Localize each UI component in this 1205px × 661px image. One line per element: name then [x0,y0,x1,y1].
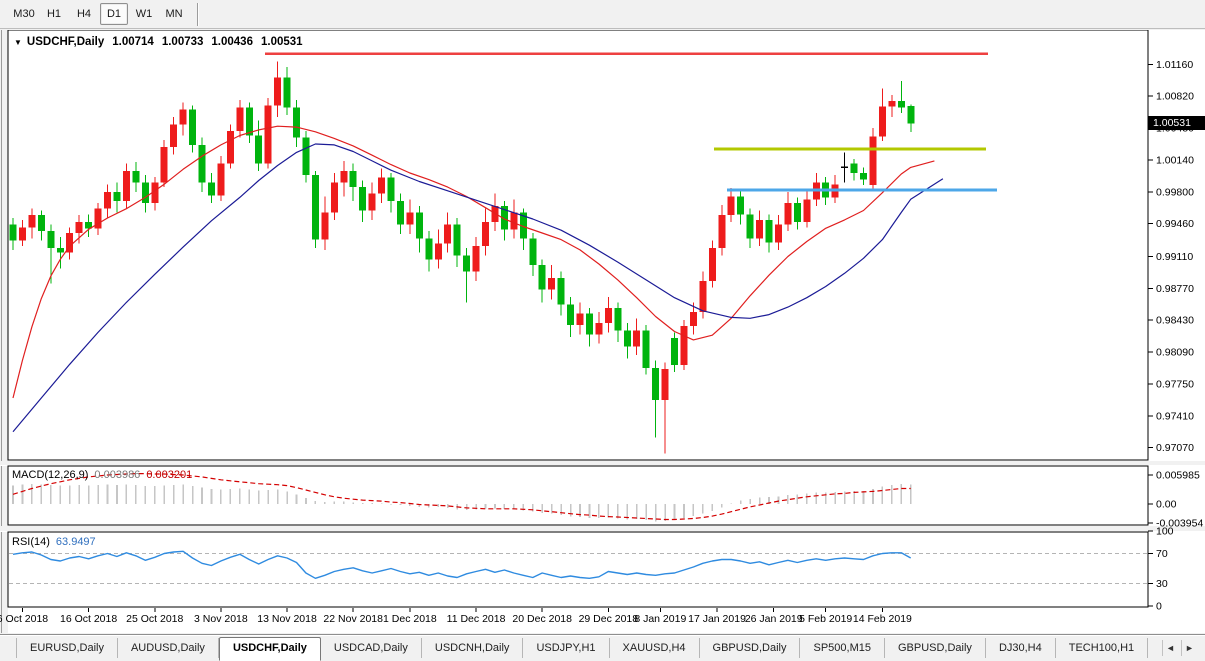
tab-scroll-buttons: ◄► [1162,640,1205,656]
chart-tab-tech100-h1[interactable]: TECH100,H1 [1056,638,1148,658]
svg-text:1 Dec 2018: 1 Dec 2018 [383,613,437,625]
timeframe-button-m30[interactable]: M30 [10,3,38,25]
svg-text:30: 30 [1156,578,1168,590]
svg-text:16 Oct 2018: 16 Oct 2018 [60,613,117,625]
svg-text:1.00820: 1.00820 [1156,91,1194,103]
svg-text:25 Oct 2018: 25 Oct 2018 [126,613,183,625]
chart-title: ▼ USDCHF,Daily 1.00714 1.00733 1.00436 1… [14,36,303,48]
svg-text:1.01160: 1.01160 [1156,59,1193,71]
timeframe-button-mn[interactable]: MN [160,3,188,25]
svg-text:0.99110: 0.99110 [1156,251,1193,263]
timeframe-toolbar: M30H1H4D1W1MN [0,0,1205,29]
timeframe-button-d1[interactable]: D1 [100,3,128,25]
chart-tab-gbpusd-daily[interactable]: GBPUSD,Daily [700,638,801,658]
svg-text:0.98770: 0.98770 [1156,283,1194,295]
svg-text:100: 100 [1156,526,1174,538]
rsi-name: RSI(14) [12,536,50,548]
toolbar-separator [197,3,199,26]
svg-text:1.00140: 1.00140 [1156,154,1194,166]
timeframe-button-h1[interactable]: H1 [40,3,68,25]
svg-text:20 Dec 2018: 20 Dec 2018 [512,613,572,625]
svg-text:5 Feb 2019: 5 Feb 2019 [799,613,852,625]
svg-text:0.00: 0.00 [1156,499,1177,511]
svg-text:14 Feb 2019: 14 Feb 2019 [853,613,912,625]
svg-text:17 Jan 2019: 17 Jan 2019 [688,613,746,625]
svg-text:0.98090: 0.98090 [1156,347,1194,359]
rsi-indicator-label: RSI(14) 63.9497 [12,536,96,548]
rsi-value: 63.9497 [56,536,96,548]
timeframe-button-h4[interactable]: H4 [70,3,98,25]
ohlc-low: 1.00436 [211,36,253,48]
svg-text:0.97070: 0.97070 [1156,442,1194,454]
chart-tab-bar: EURUSD,DailyAUDUSD,DailyUSDCHF,DailyUSDC… [0,634,1205,661]
chart-tab-eurusd-daily[interactable]: EURUSD,Daily [16,638,118,658]
chart-tab-xauusd-h4[interactable]: XAUUSD,H4 [610,638,700,658]
svg-text:0.99460: 0.99460 [1156,218,1194,230]
macd-name: MACD(12,26,9) [12,469,88,481]
timeframe-button-w1[interactable]: W1 [130,3,158,25]
svg-text:0.005985: 0.005985 [1156,470,1200,482]
svg-text:26 Jan 2019: 26 Jan 2019 [745,613,803,625]
ohlc-open: 1.00714 [112,36,154,48]
mt4-window: M30H1H4D1W1MN 1.011601.008201.004801.001… [0,0,1205,661]
svg-text:70: 70 [1156,548,1168,560]
ohlc-high: 1.00733 [162,36,204,48]
chart-tab-dj30-h4[interactable]: DJ30,H4 [986,638,1056,658]
macd-main-value: 0.003986 [94,469,140,481]
chart-tab-audusd-daily[interactable]: AUDUSD,Daily [118,638,219,658]
svg-text:3 Nov 2018: 3 Nov 2018 [194,613,248,625]
svg-text:22 Nov 2018: 22 Nov 2018 [323,613,383,625]
svg-text:13 Nov 2018: 13 Nov 2018 [257,613,317,625]
macd-indicator-label: MACD(12,26,9) 0.003986 0.003201 [12,469,192,481]
svg-text:0.98430: 0.98430 [1156,315,1194,327]
price-chart-canvas[interactable]: 1.011601.008201.004801.001400.998000.994… [0,30,1205,634]
chart-tab-usdjpy-h1[interactable]: USDJPY,H1 [523,638,609,658]
tab-scroll-right-icon[interactable]: ► [1181,640,1197,656]
ohlc-close: 1.00531 [261,36,303,48]
svg-text:0.97410: 0.97410 [1156,410,1194,422]
macd-signal-value: 0.003201 [146,469,192,481]
chart-tab-usdcnh-daily[interactable]: USDCNH,Daily [422,638,524,658]
chart-symbol-label: USDCHF,Daily [27,36,104,48]
svg-text:0.97750: 0.97750 [1156,378,1194,390]
svg-text:6 Oct 2018: 6 Oct 2018 [0,613,48,625]
svg-text:11 Dec 2018: 11 Dec 2018 [447,613,506,625]
current-price-tag: 1.00531 [1148,116,1205,130]
svg-text:8 Jan 2019: 8 Jan 2019 [634,613,686,625]
chevron-down-icon[interactable]: ▼ [14,38,22,47]
chart-tab-usdchf-daily[interactable]: USDCHF,Daily [219,637,321,661]
svg-text:0.99800: 0.99800 [1156,186,1194,198]
svg-text:29 Dec 2018: 29 Dec 2018 [579,613,639,625]
chart-tab-usdcad-daily[interactable]: USDCAD,Daily [321,638,422,658]
tab-scroll-left-icon[interactable]: ◄ [1162,640,1178,656]
svg-text:0: 0 [1156,601,1162,613]
chart-tab-gbpusd-daily[interactable]: GBPUSD,Daily [885,638,986,658]
chart-tab-sp500-m15[interactable]: SP500,M15 [800,638,884,658]
